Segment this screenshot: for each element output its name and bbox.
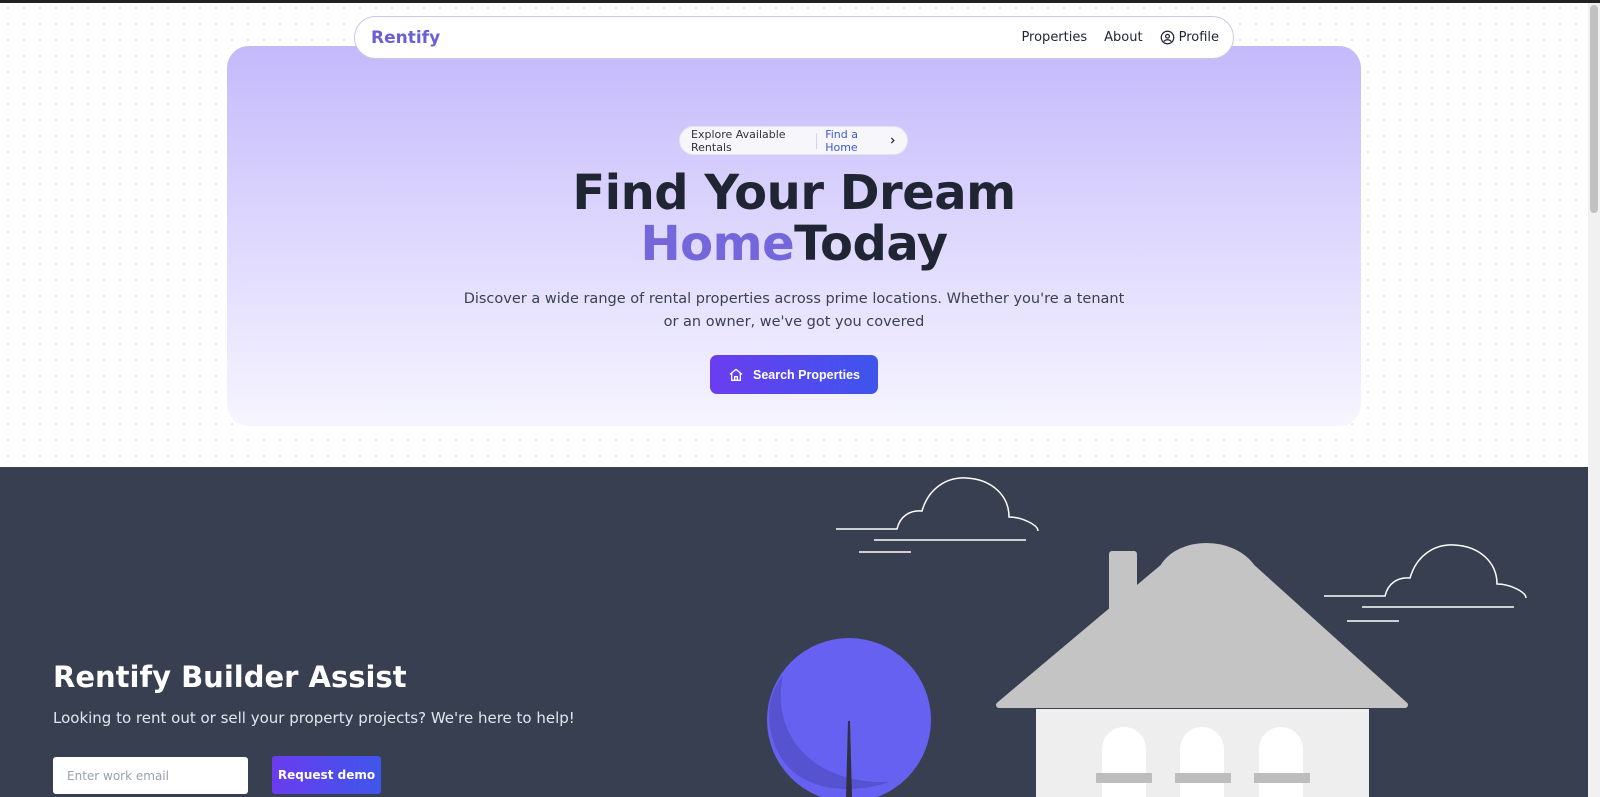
navbar: Rentify Properties About Profile: [354, 16, 1234, 59]
search-properties-label: Search Properties: [753, 367, 860, 382]
vertical-scrollbar[interactable]: [1588, 3, 1600, 797]
pill-divider: [816, 132, 818, 149]
cloud-illustration-left: [836, 477, 1039, 553]
cloud-illustration-right: [1324, 544, 1527, 622]
find-home-label: Find a Home: [825, 127, 858, 154]
headline-rest: Today: [794, 216, 948, 272]
headline-accent: Home: [640, 216, 795, 272]
tree-illustration: [767, 638, 931, 797]
brand-logo[interactable]: Rentify: [371, 28, 440, 48]
work-email-input[interactable]: [53, 757, 248, 794]
search-properties-button[interactable]: Search Properties: [710, 355, 878, 394]
nav-link-label: About: [1104, 30, 1143, 45]
chevron-right-icon: [890, 137, 895, 144]
user-circle-icon: [1160, 30, 1174, 45]
nav-links: Properties About Profile: [1021, 30, 1219, 45]
headline-line-1: Find Your Dream: [572, 165, 1016, 221]
pill-text: Explore Available Rentals: [691, 127, 786, 154]
nav-link-profile[interactable]: Profile: [1160, 30, 1219, 45]
hero-headline: Find Your Dream HomeToday: [394, 168, 1194, 270]
home-icon: [729, 368, 743, 381]
nav-link-label: Properties: [1021, 30, 1088, 45]
nav-link-properties[interactable]: Properties: [1021, 30, 1087, 45]
house-body-illustration: [996, 543, 1408, 797]
nav-link-label: Profile: [1178, 30, 1219, 45]
hero-subtext: Discover a wide range of rental properti…: [463, 291, 1125, 330]
request-demo-button[interactable]: Request demo: [272, 756, 381, 794]
builder-assist-section: Rentify Builder Assist Looking to rent o…: [0, 467, 1588, 797]
house-illustration: [767, 477, 1527, 797]
explore-rentals-pill: Explore Available Rentals Find a Home: [679, 126, 908, 155]
scrollbar-thumb[interactable]: [1590, 5, 1598, 213]
window-top-border: [0, 0, 1600, 3]
builder-assist-subtitle: Looking to rent out or sell your propert…: [53, 709, 575, 727]
builder-assist-title: Rentify Builder Assist: [53, 660, 407, 694]
find-home-link[interactable]: Find a Home: [825, 128, 896, 154]
nav-link-about[interactable]: About: [1104, 30, 1142, 45]
